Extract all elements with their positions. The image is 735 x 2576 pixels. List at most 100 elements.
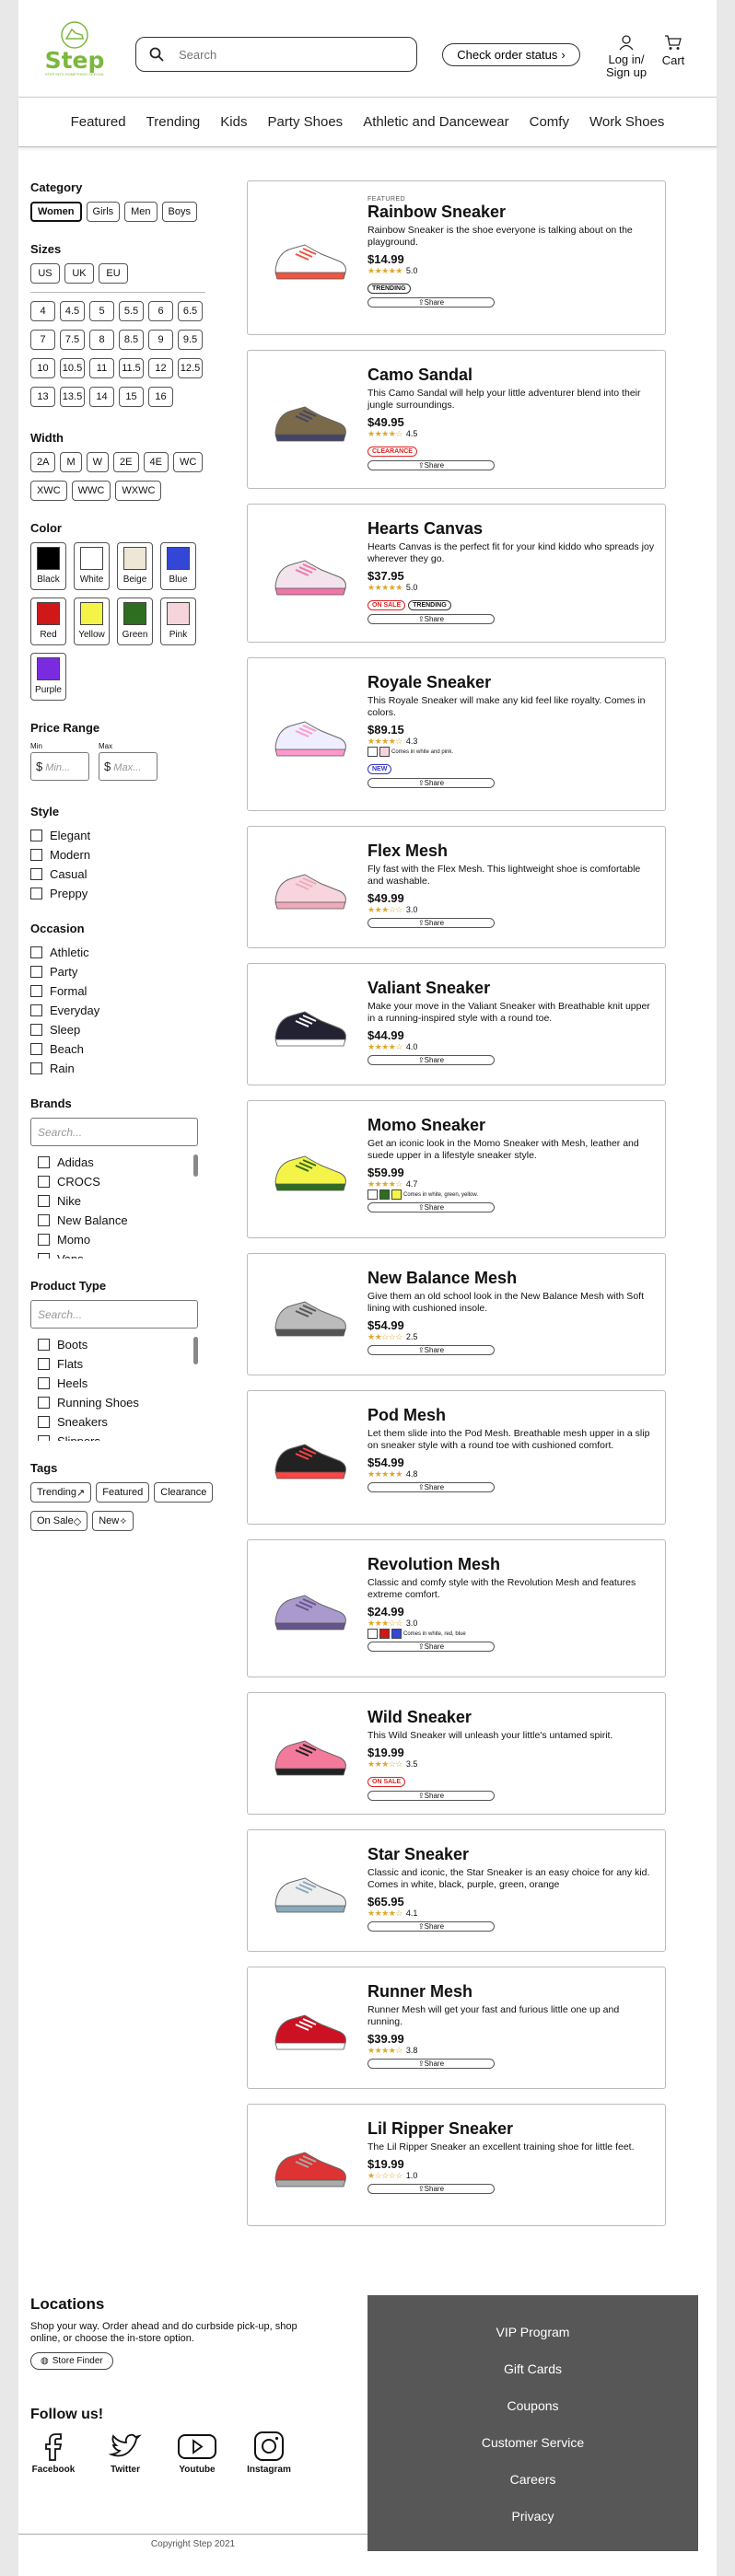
product-name[interactable]: Pod Mesh — [368, 1406, 656, 1425]
size-chip[interactable]: 6.5 — [178, 301, 203, 321]
product-image[interactable] — [268, 226, 351, 291]
product-type-option-running-shoes[interactable]: Running Shoes — [38, 1393, 198, 1412]
logo[interactable]: Step STEP INTO SOMETHING SPECIAL — [42, 20, 107, 83]
share-button[interactable]: ⇪ Share — [368, 2184, 495, 2194]
checkbox[interactable] — [38, 1339, 50, 1351]
product-card[interactable]: Momo Sneaker Get an iconic look in the Mo… — [247, 1100, 666, 1238]
footer-link-careers[interactable]: Careers — [368, 2472, 698, 2509]
color-dot[interactable] — [391, 1629, 402, 1639]
product-name[interactable]: Camo Sandal — [368, 366, 656, 385]
product-image[interactable] — [268, 2134, 351, 2199]
size-chip[interactable]: 15 — [119, 387, 144, 407]
width-chip-xwc[interactable]: XWC — [30, 481, 67, 501]
color-dot[interactable] — [368, 1189, 378, 1200]
color-dot[interactable] — [368, 1629, 378, 1639]
product-image[interactable] — [268, 389, 351, 453]
size-chip[interactable]: 12.5 — [178, 358, 203, 378]
product-name[interactable]: Valiant Sneaker — [368, 979, 656, 998]
search-box[interactable] — [135, 37, 417, 72]
color-swatch-purple[interactable]: Purple — [30, 653, 66, 701]
occasion-option-sleep[interactable]: Sleep — [30, 1020, 205, 1039]
tag-chip-clearance[interactable]: Clearance — [154, 1482, 214, 1503]
product-card[interactable]: Hearts Canvas Hearts Canvas is the perfec… — [247, 504, 666, 643]
product-type-option-boots[interactable]: Boots — [38, 1335, 198, 1354]
checkbox[interactable] — [38, 1176, 50, 1188]
size-chip[interactable]: 7 — [30, 330, 55, 350]
occasion-option-beach[interactable]: Beach — [30, 1039, 205, 1059]
size-chip[interactable]: 13 — [30, 387, 55, 407]
occasion-option-athletic[interactable]: Athletic — [30, 943, 205, 962]
color-dot[interactable] — [379, 1629, 390, 1639]
checkbox[interactable] — [30, 985, 42, 997]
size-chip[interactable]: 4.5 — [60, 301, 85, 321]
product-image[interactable] — [268, 1860, 351, 1924]
share-button[interactable]: ⇪ Share — [368, 1482, 495, 1492]
size-system-uk[interactable]: UK — [64, 263, 94, 284]
color-swatch-blue[interactable]: Blue — [160, 542, 196, 590]
check-order-status-button[interactable]: Check order status › — [442, 43, 580, 66]
checkbox[interactable] — [38, 1214, 50, 1226]
width-chip-m[interactable]: M — [60, 452, 82, 472]
size-chip[interactable]: 8 — [89, 330, 114, 350]
size-chip[interactable]: 5.5 — [119, 301, 144, 321]
checkbox[interactable] — [38, 1377, 50, 1389]
product-image[interactable] — [268, 856, 351, 921]
product-card[interactable]: Runner Mesh Runner Mesh will get your fas… — [247, 1967, 666, 2089]
size-system-us[interactable]: US — [30, 263, 60, 284]
footer-link-coupons[interactable]: Coupons — [368, 2398, 698, 2435]
color-swatch-yellow[interactable]: Yellow — [74, 598, 110, 645]
share-button[interactable]: ⇪ Share — [368, 2059, 495, 2069]
brand-option-momo[interactable]: Momo — [38, 1230, 198, 1249]
checkbox[interactable] — [38, 1253, 50, 1259]
product-name[interactable]: Royale Sneaker — [368, 673, 656, 692]
color-swatch-white[interactable]: White — [74, 542, 110, 590]
nav-featured[interactable]: Featured — [71, 114, 126, 130]
color-swatch-green[interactable]: Green — [117, 598, 153, 645]
category-chip-boys[interactable]: Boys — [161, 202, 198, 222]
share-button[interactable]: ⇪ Share — [368, 1791, 495, 1801]
social-twitter[interactable]: Twitter — [102, 2431, 148, 2475]
product-card[interactable]: New Balance Mesh Give them an old school … — [247, 1253, 666, 1375]
tag-chip-featured[interactable]: Featured — [96, 1482, 150, 1503]
checkbox[interactable] — [30, 868, 42, 880]
tag-chip-new[interactable]: New ✧ — [92, 1511, 134, 1531]
product-name[interactable]: New Balance Mesh — [368, 1269, 656, 1288]
occasion-option-party[interactable]: Party — [30, 962, 205, 981]
size-chip[interactable]: 7.5 — [60, 330, 85, 350]
product-card[interactable]: Royale Sneaker This Royale Sneaker will m… — [247, 657, 666, 811]
width-chip-wwc[interactable]: WWC — [71, 481, 111, 501]
size-chip[interactable]: 8.5 — [119, 330, 144, 350]
product-card[interactable]: FEATURED Rainbow Sneaker Rainbow Sneaker i… — [247, 180, 666, 335]
social-youtube[interactable]: Youtube — [174, 2431, 220, 2475]
product-card[interactable]: Revolution Mesh Classic and comfy style w… — [247, 1539, 666, 1677]
product-name[interactable]: Hearts Canvas — [368, 519, 656, 539]
brand-option-crocs[interactable]: CROCS — [38, 1172, 198, 1191]
width-chip-w[interactable]: W — [86, 452, 110, 472]
footer-link-privacy[interactable]: Privacy — [368, 2509, 698, 2546]
product-image[interactable] — [268, 993, 351, 1058]
width-chip-wc[interactable]: WC — [172, 452, 204, 472]
product-card[interactable]: Pod Mesh Let them slide into the Pod Mesh… — [247, 1390, 666, 1525]
size-chip[interactable]: 9.5 — [178, 330, 203, 350]
product-card[interactable]: Valiant Sneaker Make your move in the Val… — [247, 963, 666, 1085]
category-chip-men[interactable]: Men — [124, 202, 158, 222]
checkbox[interactable] — [38, 1416, 50, 1428]
share-button[interactable]: ⇪ Share — [368, 778, 495, 788]
size-chip[interactable]: 11 — [89, 358, 114, 378]
product-card[interactable]: Camo Sandal This Camo Sandal will help yo… — [247, 350, 666, 489]
size-chip[interactable]: 6 — [148, 301, 173, 321]
social-facebook[interactable]: Facebook — [30, 2431, 76, 2475]
size-chip[interactable]: 4 — [30, 301, 55, 321]
product-image[interactable] — [268, 703, 351, 768]
product-name[interactable]: Star Sneaker — [368, 1845, 656, 1864]
share-button[interactable]: ⇪ Share — [368, 918, 495, 928]
share-button[interactable]: ⇪ Share — [368, 1055, 495, 1065]
size-chip[interactable]: 10.5 — [60, 358, 85, 378]
product-card[interactable]: Wild Sneaker This Wild Sneaker will unlea… — [247, 1692, 666, 1815]
tag-chip-trending[interactable]: Trending ↗ — [30, 1482, 92, 1503]
nav-party-shoes[interactable]: Party Shoes — [267, 114, 343, 130]
size-system-eu[interactable]: EU — [99, 263, 128, 284]
product-type-option-heels[interactable]: Heels — [38, 1374, 198, 1393]
checkbox[interactable] — [30, 830, 42, 841]
color-swatch-pink[interactable]: Pink — [160, 598, 196, 645]
